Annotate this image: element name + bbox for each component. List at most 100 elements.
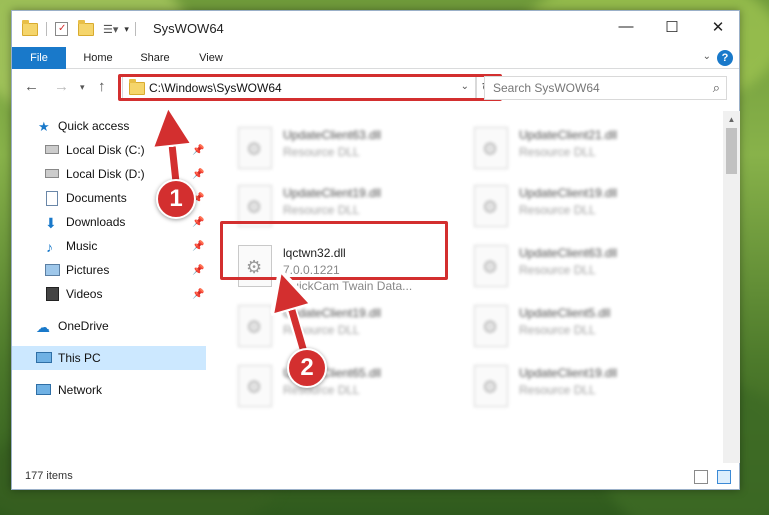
pin-icon[interactable]: 📌 <box>192 241 204 252</box>
scroll-up-icon[interactable]: ▲ <box>723 111 740 128</box>
sidebar-item-label: Quick access <box>58 119 130 133</box>
computer-icon <box>36 352 52 363</box>
sidebar-item-onedrive[interactable]: ☁ OneDrive <box>12 314 206 338</box>
file-list: UpdateClient63.dll Resource DLL UpdateCl… <box>218 111 722 463</box>
sidebar-item-label: Videos <box>66 287 103 301</box>
pin-icon[interactable]: 📌 <box>192 169 204 180</box>
tiles-view-icon[interactable] <box>717 470 731 484</box>
forward-arrow-icon[interactable]: → <box>54 78 69 95</box>
list-item[interactable]: UpdateClient63.dll Resource DLL <box>238 123 458 183</box>
navigation-bar: ← → ▾ ↑ C:\Windows\SysWOW64 ⌄ ↻ Search S… <box>12 73 739 103</box>
sidebar-item-videos[interactable]: Videos 📌 <box>12 282 206 306</box>
close-button[interactable]: ✕ <box>695 11 741 42</box>
pin-icon[interactable]: 📌 <box>192 265 204 276</box>
sidebar-item-label: Network <box>58 383 103 397</box>
sidebar-item-music[interactable]: ♪ Music 📌 <box>12 234 206 258</box>
tab-view[interactable]: View <box>195 47 227 69</box>
music-icon: ♪ <box>46 239 53 255</box>
sidebar-item-label: Downloads <box>66 215 126 229</box>
downloads-icon: ⬇ <box>45 215 57 231</box>
maximize-button[interactable]: ☐ <box>649 11 695 42</box>
file-name: UpdateClient19.dll <box>519 366 618 380</box>
list-item[interactable]: UpdateClient63.dll Resource DLL <box>474 241 694 301</box>
divider <box>134 22 136 36</box>
list-item[interactable]: UpdateClient5.dll Resource DLL <box>474 301 694 361</box>
target-file-highlight <box>220 221 448 280</box>
sidebar-item-label: This PC <box>58 351 101 365</box>
ribbon-tabs: File Home Share View ⌄ ? <box>12 47 739 69</box>
item-count: 177 items <box>25 470 73 482</box>
pictures-icon <box>45 264 60 276</box>
folder-icon[interactable] <box>22 19 38 36</box>
sidebar-item-local-disk-c[interactable]: Local Disk (C:) 📌 <box>12 138 206 162</box>
details-view-icon[interactable] <box>694 470 708 484</box>
tab-file[interactable]: File <box>12 47 66 69</box>
status-bar: 177 items <box>12 467 739 489</box>
dll-file-icon <box>474 365 508 407</box>
properties-icon[interactable]: ✓ <box>55 22 68 36</box>
minimize-button[interactable]: — <box>603 11 649 42</box>
sidebar-item-quick-access[interactable]: ★ Quick access <box>12 114 206 138</box>
file-type: Resource DLL <box>283 203 360 217</box>
sidebar-item-label: Documents <box>66 191 127 205</box>
sidebar-item-label: OneDrive <box>58 319 109 333</box>
recent-locations-icon[interactable]: ▾ <box>80 82 85 93</box>
file-name: UpdateClient63.dll <box>283 128 382 142</box>
search-box[interactable]: Search SysWOW64 ⌕ <box>484 76 727 100</box>
drive-icon <box>45 145 59 154</box>
file-name: UpdateClient19.dll <box>519 186 618 200</box>
dll-file-icon <box>474 185 508 227</box>
network-icon <box>36 384 51 395</box>
new-folder-icon[interactable] <box>78 19 94 36</box>
pin-icon[interactable]: 📌 <box>192 145 204 156</box>
file-name: UpdateClient19.dll <box>283 186 382 200</box>
sidebar-item-this-pc[interactable]: This PC <box>12 346 206 370</box>
dll-file-icon <box>238 305 272 347</box>
step-1-badge: 1 <box>156 179 196 219</box>
list-item[interactable]: UpdateClient19.dll Resource DLL <box>474 361 694 421</box>
dll-file-icon <box>238 365 272 407</box>
drive-icon <box>45 169 59 178</box>
customize-icon[interactable]: ☰▾ <box>103 23 118 36</box>
star-icon: ★ <box>38 119 50 134</box>
dll-file-icon <box>238 127 272 169</box>
ribbon-expand-icon[interactable]: ⌄ <box>703 51 711 62</box>
file-description: QuickCam Twain Data... <box>283 279 413 293</box>
vertical-scrollbar[interactable]: ▲ <box>723 111 740 463</box>
file-name: UpdateClient5.dll <box>519 306 611 320</box>
file-type: Resource DLL <box>283 145 360 159</box>
pin-icon[interactable]: 📌 <box>192 289 204 300</box>
file-type: Resource DLL <box>519 323 596 337</box>
window-title: SysWOW64 <box>153 21 224 36</box>
up-arrow-icon[interactable]: ↑ <box>98 78 106 95</box>
list-item[interactable]: UpdateClient19.dll Resource DLL <box>474 181 694 241</box>
videos-icon <box>46 287 59 301</box>
pin-icon[interactable]: 📌 <box>192 217 204 228</box>
dll-file-icon <box>474 245 508 287</box>
list-item[interactable]: UpdateClient21.dll Resource DLL <box>474 123 694 183</box>
dll-file-icon <box>474 127 508 169</box>
list-item[interactable]: UpdateClient65.dll Resource DLL <box>238 361 458 421</box>
documents-icon <box>46 191 58 206</box>
tab-share[interactable]: Share <box>137 47 173 69</box>
file-type: Resource DLL <box>283 323 360 337</box>
address-highlight <box>118 74 502 101</box>
navigation-pane: ★ Quick access Local Disk (C:) 📌 Local D… <box>12 111 206 463</box>
file-type: Resource DLL <box>283 383 360 397</box>
sidebar-item-label: Music <box>66 239 98 253</box>
sidebar-item-pictures[interactable]: Pictures 📌 <box>12 258 206 282</box>
sidebar-item-label: Local Disk (D:) <box>66 167 145 181</box>
search-icon[interactable]: ⌕ <box>713 80 720 96</box>
scrollbar-thumb[interactable] <box>726 128 737 174</box>
file-type: Resource DLL <box>519 145 596 159</box>
back-arrow-icon[interactable]: ← <box>24 78 39 95</box>
search-input[interactable]: Search SysWOW64 <box>493 81 600 95</box>
dropdown-icon[interactable]: ▾ <box>124 24 129 35</box>
sidebar-item-label: Local Disk (C:) <box>66 143 145 157</box>
title-bar: ✓ ☰▾ ▾ SysWOW64 — ☐ ✕ <box>12 11 739 45</box>
list-item[interactable]: UpdateClient19.dll Resource DLL <box>238 301 458 361</box>
sidebar-item-network[interactable]: Network <box>12 378 206 402</box>
tab-home[interactable]: Home <box>80 47 116 69</box>
help-icon[interactable]: ? <box>717 50 733 66</box>
quick-access-toolbar: ✓ ☰▾ ▾ <box>22 19 136 38</box>
